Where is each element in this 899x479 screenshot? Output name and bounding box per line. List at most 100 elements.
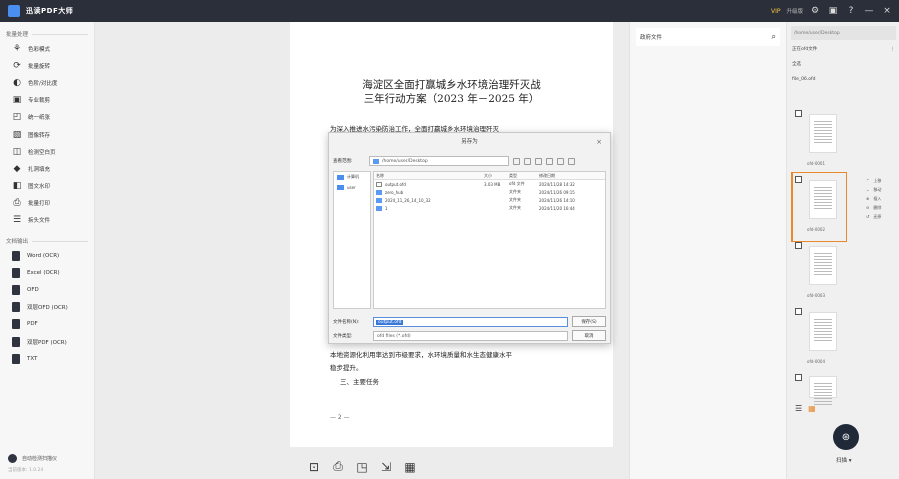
sidebar-item[interactable]: ☰ 拆头文件	[0, 212, 94, 229]
sidebar-item[interactable]: ⚘ 色彩模式	[0, 40, 94, 57]
help-icon[interactable]: ?	[845, 5, 857, 17]
sidebar-item[interactable]: ⎙ 批量打印	[0, 195, 94, 212]
blank-page-icon: ◫	[12, 146, 22, 157]
format-item[interactable]: 双层OFD (OCR)	[0, 299, 94, 316]
search-bar[interactable]: 政府文件 ⌕	[636, 28, 780, 46]
forward-icon[interactable]	[524, 157, 531, 165]
new-folder-icon[interactable]	[546, 157, 553, 165]
sidebar-item[interactable]: ◆ 扎洞填充	[0, 160, 94, 177]
thumbnail-name: ofd-0001	[807, 161, 826, 166]
place-label: 计算机	[347, 174, 359, 179]
format-item[interactable]: OFD	[0, 281, 94, 298]
tool-icon: ⌄	[866, 187, 870, 192]
sidebar-item[interactable]: ◐ 色阶/对比度	[0, 74, 94, 91]
file-label: file_06.ofd	[792, 76, 816, 82]
thumbnail-checkbox[interactable]	[795, 374, 802, 381]
sidebar-item[interactable]: ◧ 图文水印	[0, 178, 94, 195]
thumbnail-page[interactable]	[809, 180, 837, 219]
sidebar-item[interactable]: ▣ 专业裁剪	[0, 92, 94, 109]
export-icon[interactable]: ⇲	[379, 460, 393, 474]
auto-detect-scanner[interactable]: 自动检测扫描仪	[8, 451, 95, 465]
list-view-icon[interactable]	[557, 157, 564, 165]
split-icon: ☰	[12, 215, 22, 226]
thumbnail-checkbox[interactable]	[795, 242, 802, 249]
thumbnail-page[interactable]	[809, 114, 837, 153]
thumbnail-tool[interactable]: ⊕ 插入	[866, 194, 899, 203]
column-name[interactable]: 名称	[374, 173, 484, 179]
thumbnail-tool[interactable]: ⌄ 移动	[866, 185, 899, 194]
place-item[interactable]: user	[334, 182, 370, 192]
sidebar-item[interactable]: ▧ 图像转存	[0, 126, 94, 143]
file-row[interactable]: 1 文件夹 2024/11/20 16:44	[374, 204, 605, 212]
tool-icon: ⊕	[866, 196, 870, 201]
sidebar-item[interactable]: ◰ 统一纸张	[0, 109, 94, 126]
open-ofd-row[interactable]: 正在ofd文件 ⋮	[792, 43, 895, 55]
save-button[interactable]: 保存(S)	[572, 316, 606, 327]
list-view-icon[interactable]: ☰	[795, 404, 802, 413]
document-title-line2: 三年行动方案（2023 年－2025 年）	[363, 93, 540, 105]
window-icon[interactable]: ▣	[827, 5, 839, 17]
print-icon[interactable]: ⎙	[331, 459, 345, 474]
folder-icon	[373, 158, 379, 164]
grid-view-icon[interactable]: ▦	[808, 404, 816, 413]
look-in-combo[interactable]: /home/user/Desktop	[369, 156, 509, 166]
file-list: 名称 大小 类型 修改日期 output.ofd 3.03 MB ofd 文件 202…	[373, 171, 606, 309]
close-icon[interactable]: ×	[881, 5, 893, 17]
column-date[interactable]: 修改日期	[539, 173, 599, 179]
column-size[interactable]: 大小	[484, 173, 509, 179]
login-link[interactable]: 升级版	[786, 7, 803, 15]
file-row[interactable]: file_06.ofd	[792, 73, 895, 85]
select-all-row[interactable]: 全选	[792, 58, 895, 70]
thumbnail-checkbox[interactable]	[795, 308, 802, 315]
parent-folder-icon[interactable]	[535, 157, 542, 165]
file-name: output.ofd	[385, 181, 406, 187]
thumbnail-tool[interactable]: ⌃ 上移	[866, 176, 899, 185]
minimize-icon[interactable]: —	[863, 5, 875, 17]
scan-label[interactable]: 扫描 ▾	[836, 456, 852, 464]
thumbnail-checkbox[interactable]	[795, 176, 802, 183]
app-name: 迅读PDF大师	[26, 7, 74, 15]
fit-page-icon[interactable]: ⊡	[307, 460, 321, 474]
format-item[interactable]: Word (OCR)	[0, 247, 94, 264]
thumbnail-page[interactable]	[809, 376, 837, 407]
version-label: 当前版本: 1.0.24	[8, 468, 44, 473]
file-size: 3.03 MB	[484, 181, 501, 187]
format-item-label: 双层OFD (OCR)	[27, 305, 68, 312]
sidebar-item[interactable]: ◫ 检测空白页	[0, 143, 94, 160]
file-row[interactable]: zero_hub 文件夹 2024/11/26 09:15	[374, 188, 605, 196]
grid-icon[interactable]: ▦	[403, 460, 417, 474]
file-icon	[376, 181, 382, 187]
sidebar-item[interactable]: ⟳ 批量旋转	[0, 57, 94, 74]
print-icon: ⎙	[13, 198, 21, 209]
vip-badge[interactable]: VIP	[771, 8, 781, 15]
format-item[interactable]: Excel (OCR)	[0, 264, 94, 281]
palette-icon: ⚘	[12, 43, 22, 54]
thumbnail-page[interactable]	[809, 246, 837, 285]
filename-input[interactable]: output.ofd	[373, 317, 568, 327]
scan-button[interactable]: ⊛	[833, 424, 859, 450]
detail-view-icon[interactable]	[568, 157, 575, 165]
thumbnail-tool[interactable]: ⊖ 删除	[866, 203, 899, 212]
thumbnail-tool[interactable]: ↺ 还原	[866, 212, 899, 221]
more-icon[interactable]: ⋮	[891, 47, 896, 52]
column-type[interactable]: 类型	[509, 173, 539, 179]
gear-icon[interactable]: ⚙	[809, 5, 821, 17]
file-row[interactable]: 2024_11_26_14_10_32 文件夹 2024/11/26 14:10	[374, 196, 605, 204]
dialog-close-icon[interactable]: ×	[596, 133, 602, 151]
thumbnail-path[interactable]: /home/user/Desktop	[791, 26, 896, 40]
ocr-icon[interactable]: ◳	[355, 460, 369, 474]
format-item[interactable]: PDF	[0, 316, 94, 333]
search-icon[interactable]: ⌕	[772, 32, 776, 42]
filetype-select[interactable]: ofd files (*.ofd)	[373, 331, 568, 341]
file-name: 1	[385, 205, 388, 211]
cancel-button[interactable]: 取消	[572, 330, 606, 341]
format-item[interactable]: 双层PDF (OCR)	[0, 333, 94, 350]
dialog-title: 另存为	[461, 139, 478, 145]
thumbnail-checkbox[interactable]	[795, 110, 802, 117]
folder-icon	[376, 205, 382, 211]
back-icon[interactable]	[513, 157, 520, 165]
file-row[interactable]: output.ofd 3.03 MB ofd 文件 2024/11/28 14:32	[374, 180, 605, 188]
thumbnail-page[interactable]	[809, 312, 837, 351]
format-item[interactable]: TXT	[0, 350, 94, 367]
place-item[interactable]: 计算机	[334, 172, 370, 182]
